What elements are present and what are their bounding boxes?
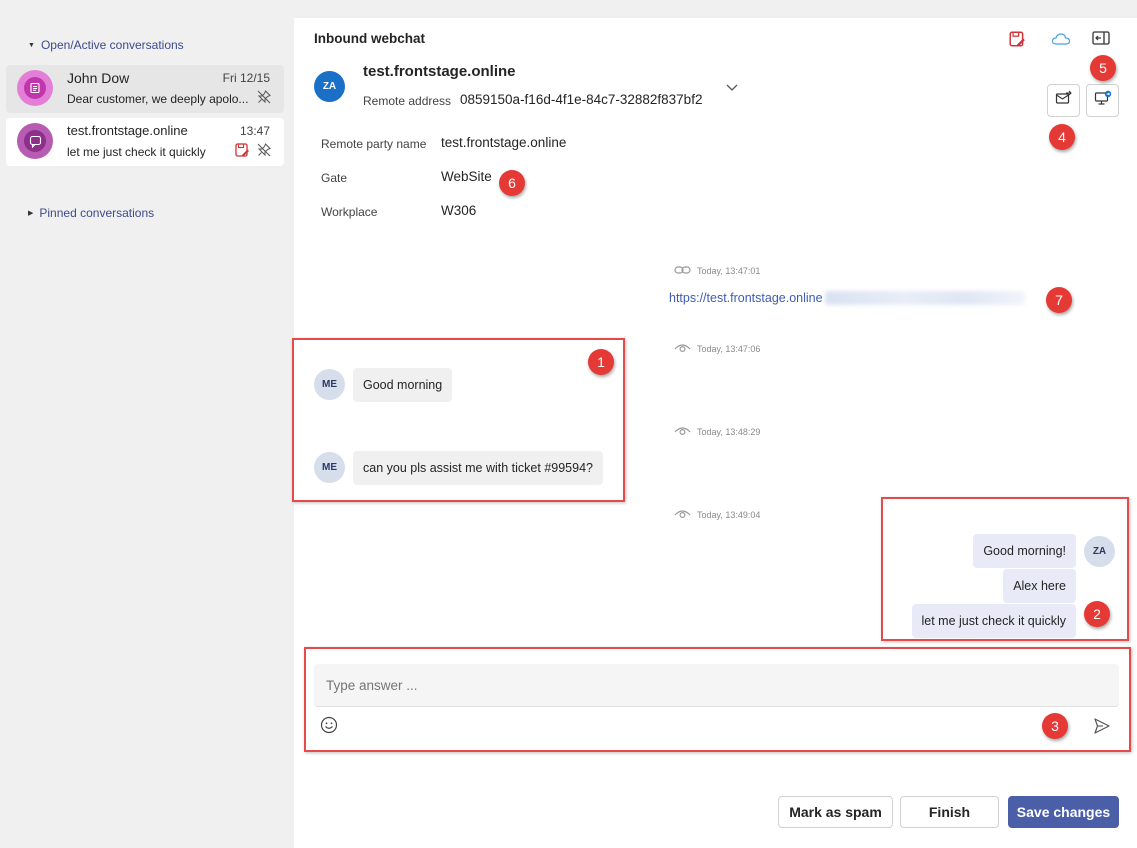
- chat-bubble-icon: [24, 130, 46, 152]
- save-draft-icon: [234, 142, 250, 163]
- contact-name: test.frontstage.online: [363, 63, 516, 80]
- conversation-item-frontstage[interactable]: test.frontstage.online 13:47 let me just…: [6, 118, 284, 166]
- save-draft-icon[interactable]: [1008, 30, 1026, 53]
- conversation-time: Fri 12/15: [222, 71, 270, 85]
- open-conversations-label: Open/Active conversations: [40, 38, 184, 52]
- contact-avatar: ZA: [314, 71, 345, 102]
- conversation-preview: let me just check it quickly: [67, 145, 206, 159]
- info-label-gate: Gate: [321, 171, 348, 185]
- conversation-item-john-dow[interactable]: John Dow Fri 12/15 Dear customer, we dee…: [6, 65, 284, 113]
- eye-icon: [674, 508, 691, 521]
- blurred-link-remainder: [824, 291, 1025, 305]
- conversation-name: John Dow: [67, 70, 130, 86]
- unpin-icon[interactable]: [256, 142, 272, 163]
- conversation-preview: Dear customer, we deeply apolo...: [67, 92, 249, 106]
- monitor-transfer-icon: [1094, 90, 1112, 111]
- workplace-transfer-button[interactable]: [1086, 84, 1119, 117]
- link-icon: [674, 265, 691, 277]
- email-transfer-button[interactable]: [1047, 84, 1080, 117]
- envelope-icon: [1055, 90, 1073, 111]
- remote-address-label: Remote address: [363, 94, 452, 108]
- eye-icon: [674, 342, 691, 355]
- shared-link[interactable]: https://test.frontstage.online: [669, 291, 823, 305]
- annotation-marker-7: 7: [1046, 287, 1072, 313]
- info-label-workplace: Workplace: [321, 205, 378, 219]
- timestamp-text: Today, 13:48:29: [697, 426, 761, 437]
- unpin-icon[interactable]: [256, 89, 272, 110]
- conversation-sidebar: ▼ Open/Active conversations John Dow Fri…: [0, 0, 294, 848]
- chevron-down-icon[interactable]: [725, 80, 739, 98]
- save-changes-button[interactable]: Save changes: [1008, 796, 1119, 828]
- info-label-remote-party: Remote party name: [321, 137, 427, 151]
- caret-down-icon: ▼: [28, 41, 35, 49]
- finish-button[interactable]: Finish: [900, 796, 999, 828]
- info-value-remote-party: test.frontstage.online: [441, 135, 567, 150]
- remote-address-value: 0859150a-f16d-4f1e-84c7-32882f837bf2: [460, 92, 703, 107]
- message-timestamp: Today, 13:47:06: [674, 342, 760, 355]
- conversation-avatar: [17, 70, 53, 106]
- panel-title: Inbound webchat: [314, 31, 425, 46]
- timestamp-text: Today, 13:49:04: [697, 509, 761, 520]
- annotation-marker-6: 6: [499, 170, 525, 196]
- side-panel-toggle-icon[interactable]: [1092, 30, 1110, 51]
- annotation-marker-4: 4: [1049, 124, 1075, 150]
- timestamp-text: Today, 13:47:01: [697, 266, 761, 276]
- eye-icon: [674, 425, 691, 438]
- annotation-marker-5: 5: [1090, 55, 1116, 81]
- pinned-conversations-group[interactable]: ▶ Pinned conversations: [28, 206, 154, 220]
- annotation-box-composer: [304, 647, 1131, 752]
- shared-link-message: https://test.frontstage.online: [669, 291, 1025, 305]
- annotation-box-incoming: [292, 338, 625, 502]
- annotation-marker-2: 2: [1084, 601, 1110, 627]
- open-conversations-group[interactable]: ▼ Open/Active conversations: [28, 38, 184, 52]
- message-timestamp: Today, 13:47:01: [674, 265, 760, 277]
- document-icon: [24, 77, 46, 99]
- info-value-workplace: W306: [441, 203, 477, 218]
- conversation-time: 13:47: [239, 124, 270, 138]
- message-timestamp: Today, 13:48:29: [674, 425, 760, 438]
- annotation-marker-3: 3: [1042, 713, 1068, 739]
- annotation-marker-1: 1: [588, 349, 614, 375]
- mark-as-spam-button[interactable]: Mark as spam: [778, 796, 893, 828]
- pinned-conversations-label: Pinned conversations: [39, 206, 155, 220]
- cloud-icon[interactable]: [1051, 30, 1071, 53]
- message-timestamp: Today, 13:49:04: [674, 508, 760, 521]
- caret-right-icon: ▶: [28, 210, 34, 217]
- timestamp-text: Today, 13:47:06: [697, 343, 761, 354]
- info-value-gate: WebSite: [441, 169, 492, 184]
- conversation-name: test.frontstage.online: [67, 123, 188, 138]
- conversation-avatar: [17, 123, 53, 159]
